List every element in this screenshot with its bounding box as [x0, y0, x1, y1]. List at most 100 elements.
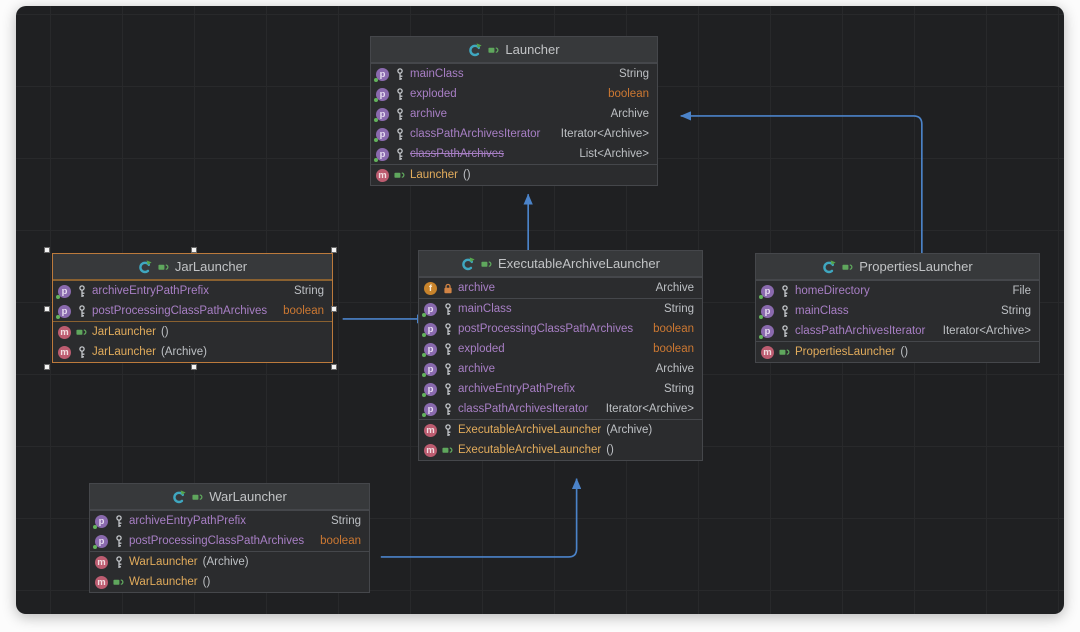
member-type: String: [618, 68, 649, 80]
diagram-canvas[interactable]: Launcher p mainClass String p exploded boolean…: [16, 6, 1064, 614]
selection-handle-tl[interactable]: [44, 247, 50, 253]
selection-handle-ml[interactable]: [44, 306, 50, 312]
member-row[interactable]: p archiveEntryPathPrefix String: [53, 281, 332, 301]
member-row[interactable]: p archiveEntryPathPrefix String: [90, 511, 369, 531]
member-name: mainClass: [795, 305, 849, 317]
property-icon: p: [56, 304, 71, 319]
member-row[interactable]: p postProcessingClassPathArchives boolean: [53, 301, 332, 321]
member-name: mainClass: [458, 303, 512, 315]
key-icon: [76, 304, 87, 318]
method-icon: m: [424, 443, 437, 457]
class-title: JarLauncher: [174, 259, 248, 274]
class-node-header[interactable]: Launcher: [371, 37, 657, 63]
key-icon: [442, 322, 453, 336]
member-row[interactable]: f archive Archive: [419, 278, 702, 298]
method-name: Launcher: [410, 169, 458, 181]
method-name: WarLauncher: [129, 556, 198, 568]
member-row[interactable]: m JarLauncher (): [53, 322, 332, 342]
property-icon: p: [93, 534, 108, 549]
inheritance-edge-propertieslauncher-to-launcher[interactable]: [680, 111, 923, 263]
method-icon: m: [95, 575, 108, 589]
member-row[interactable]: p postProcessingClassPathArchives boolean: [90, 531, 369, 551]
screenshot-stage: Launcher p mainClass String p exploded boolean…: [0, 0, 1080, 632]
class-node-header[interactable]: ExecutableArchiveLauncher: [419, 251, 702, 277]
member-name: homeDirectory: [795, 285, 870, 297]
class-node-executablearchivelauncher[interactable]: ExecutableArchiveLauncher f archive Archive…: [418, 250, 703, 461]
member-row[interactable]: m Launcher (): [371, 165, 657, 185]
key-icon: [442, 402, 453, 416]
method-params: (Archive): [160, 346, 207, 358]
selection-handle-bm[interactable]: [190, 364, 197, 370]
member-row[interactable]: p archive Archive: [419, 359, 702, 379]
member-row[interactable]: p exploded boolean: [371, 84, 657, 104]
members-section: m PropertiesLauncher (): [756, 341, 1039, 362]
member-row[interactable]: p classPathArchivesIterator Iterator<Archi…: [419, 399, 702, 419]
member-name: archiveEntryPathPrefix: [92, 285, 209, 297]
member-row[interactable]: m ExecutableArchiveLauncher (): [419, 440, 702, 460]
member-row[interactable]: p classPathArchives List<Archive>: [371, 144, 657, 164]
lock-open-icon: [481, 259, 492, 269]
property-icon: p: [422, 402, 437, 417]
members-section: f archive Archive: [419, 277, 702, 298]
lock-open-icon: [113, 577, 124, 587]
member-row[interactable]: p homeDirectory File: [756, 281, 1039, 301]
property-icon: p: [374, 107, 389, 122]
property-icon: p: [56, 284, 71, 299]
key-icon: [113, 514, 124, 528]
member-row[interactable]: p mainClass String: [371, 64, 657, 84]
field-icon: f: [424, 281, 437, 295]
key-icon: [779, 324, 790, 338]
property-icon: p: [759, 284, 774, 299]
lock-open-icon: [442, 445, 453, 455]
selection-handle-bl[interactable]: [44, 364, 50, 370]
key-icon: [442, 382, 453, 396]
inheritance-edge-warlauncher-to-executablearchivelauncher[interactable]: [380, 478, 582, 558]
class-node-warlauncher[interactable]: WarLauncher p archiveEntryPathPrefix String…: [89, 483, 370, 593]
class-icon: [822, 259, 836, 274]
member-row[interactable]: m PropertiesLauncher (): [756, 342, 1039, 362]
member-row[interactable]: p exploded boolean: [419, 339, 702, 359]
member-row[interactable]: p mainClass String: [419, 299, 702, 319]
member-type: String: [293, 285, 324, 297]
method-name: WarLauncher: [129, 576, 198, 588]
member-name: archive: [458, 282, 496, 294]
property-icon: p: [422, 362, 437, 377]
members-section: m JarLauncher () m JarLauncher (Archive): [53, 321, 332, 362]
selection-handle-mr[interactable]: [331, 306, 337, 312]
member-row[interactable]: p mainClass String: [756, 301, 1039, 321]
class-node-header[interactable]: PropertiesLauncher: [756, 254, 1039, 280]
member-row[interactable]: p archiveEntryPathPrefix String: [419, 379, 702, 399]
class-node-jarlauncher[interactable]: JarLauncher p archiveEntryPathPrefix String…: [44, 247, 337, 370]
member-row[interactable]: p classPathArchivesIterator Iterator<Archi…: [371, 124, 657, 144]
selection-handle-tm[interactable]: [190, 247, 197, 253]
member-type: String: [663, 383, 694, 395]
member-type: String: [1000, 305, 1031, 317]
class-node-propertieslauncher[interactable]: PropertiesLauncher p homeDirectory File p mai…: [755, 253, 1040, 363]
member-name: archive: [458, 363, 496, 375]
selection-handle-tr[interactable]: [331, 247, 337, 253]
class-node-launcher[interactable]: Launcher p mainClass String p exploded boolean…: [370, 36, 658, 186]
key-icon: [442, 423, 453, 437]
member-row[interactable]: m WarLauncher (Archive): [90, 552, 369, 572]
member-name: archiveEntryPathPrefix: [129, 515, 246, 527]
method-name: ExecutableArchiveLauncher: [458, 444, 602, 456]
member-name: classPathArchivesIterator: [795, 325, 926, 337]
member-row[interactable]: m ExecutableArchiveLauncher (Archive): [419, 420, 702, 440]
member-row[interactable]: m JarLauncher (Archive): [53, 342, 332, 362]
member-row[interactable]: p archive Archive: [371, 104, 657, 124]
members-section: p archiveEntryPathPrefix String p postProces…: [90, 510, 369, 551]
selection-handle-br[interactable]: [331, 364, 337, 370]
lock-closed-icon: [442, 283, 453, 294]
method-params: (Archive): [202, 556, 249, 568]
key-icon: [442, 362, 453, 376]
class-node-header[interactable]: WarLauncher: [90, 484, 369, 510]
method-name: ExecutableArchiveLauncher: [458, 424, 602, 436]
member-row[interactable]: p classPathArchivesIterator Iterator<Archi…: [756, 321, 1039, 341]
member-type: boolean: [608, 88, 649, 100]
member-row[interactable]: m WarLauncher (): [90, 572, 369, 592]
key-icon: [113, 534, 124, 548]
key-icon: [394, 107, 405, 121]
member-row[interactable]: p postProcessingClassPathArchives boolean: [419, 319, 702, 339]
class-node-header[interactable]: JarLauncher: [53, 254, 332, 280]
member-type: Iterator<Archive>: [605, 403, 694, 415]
